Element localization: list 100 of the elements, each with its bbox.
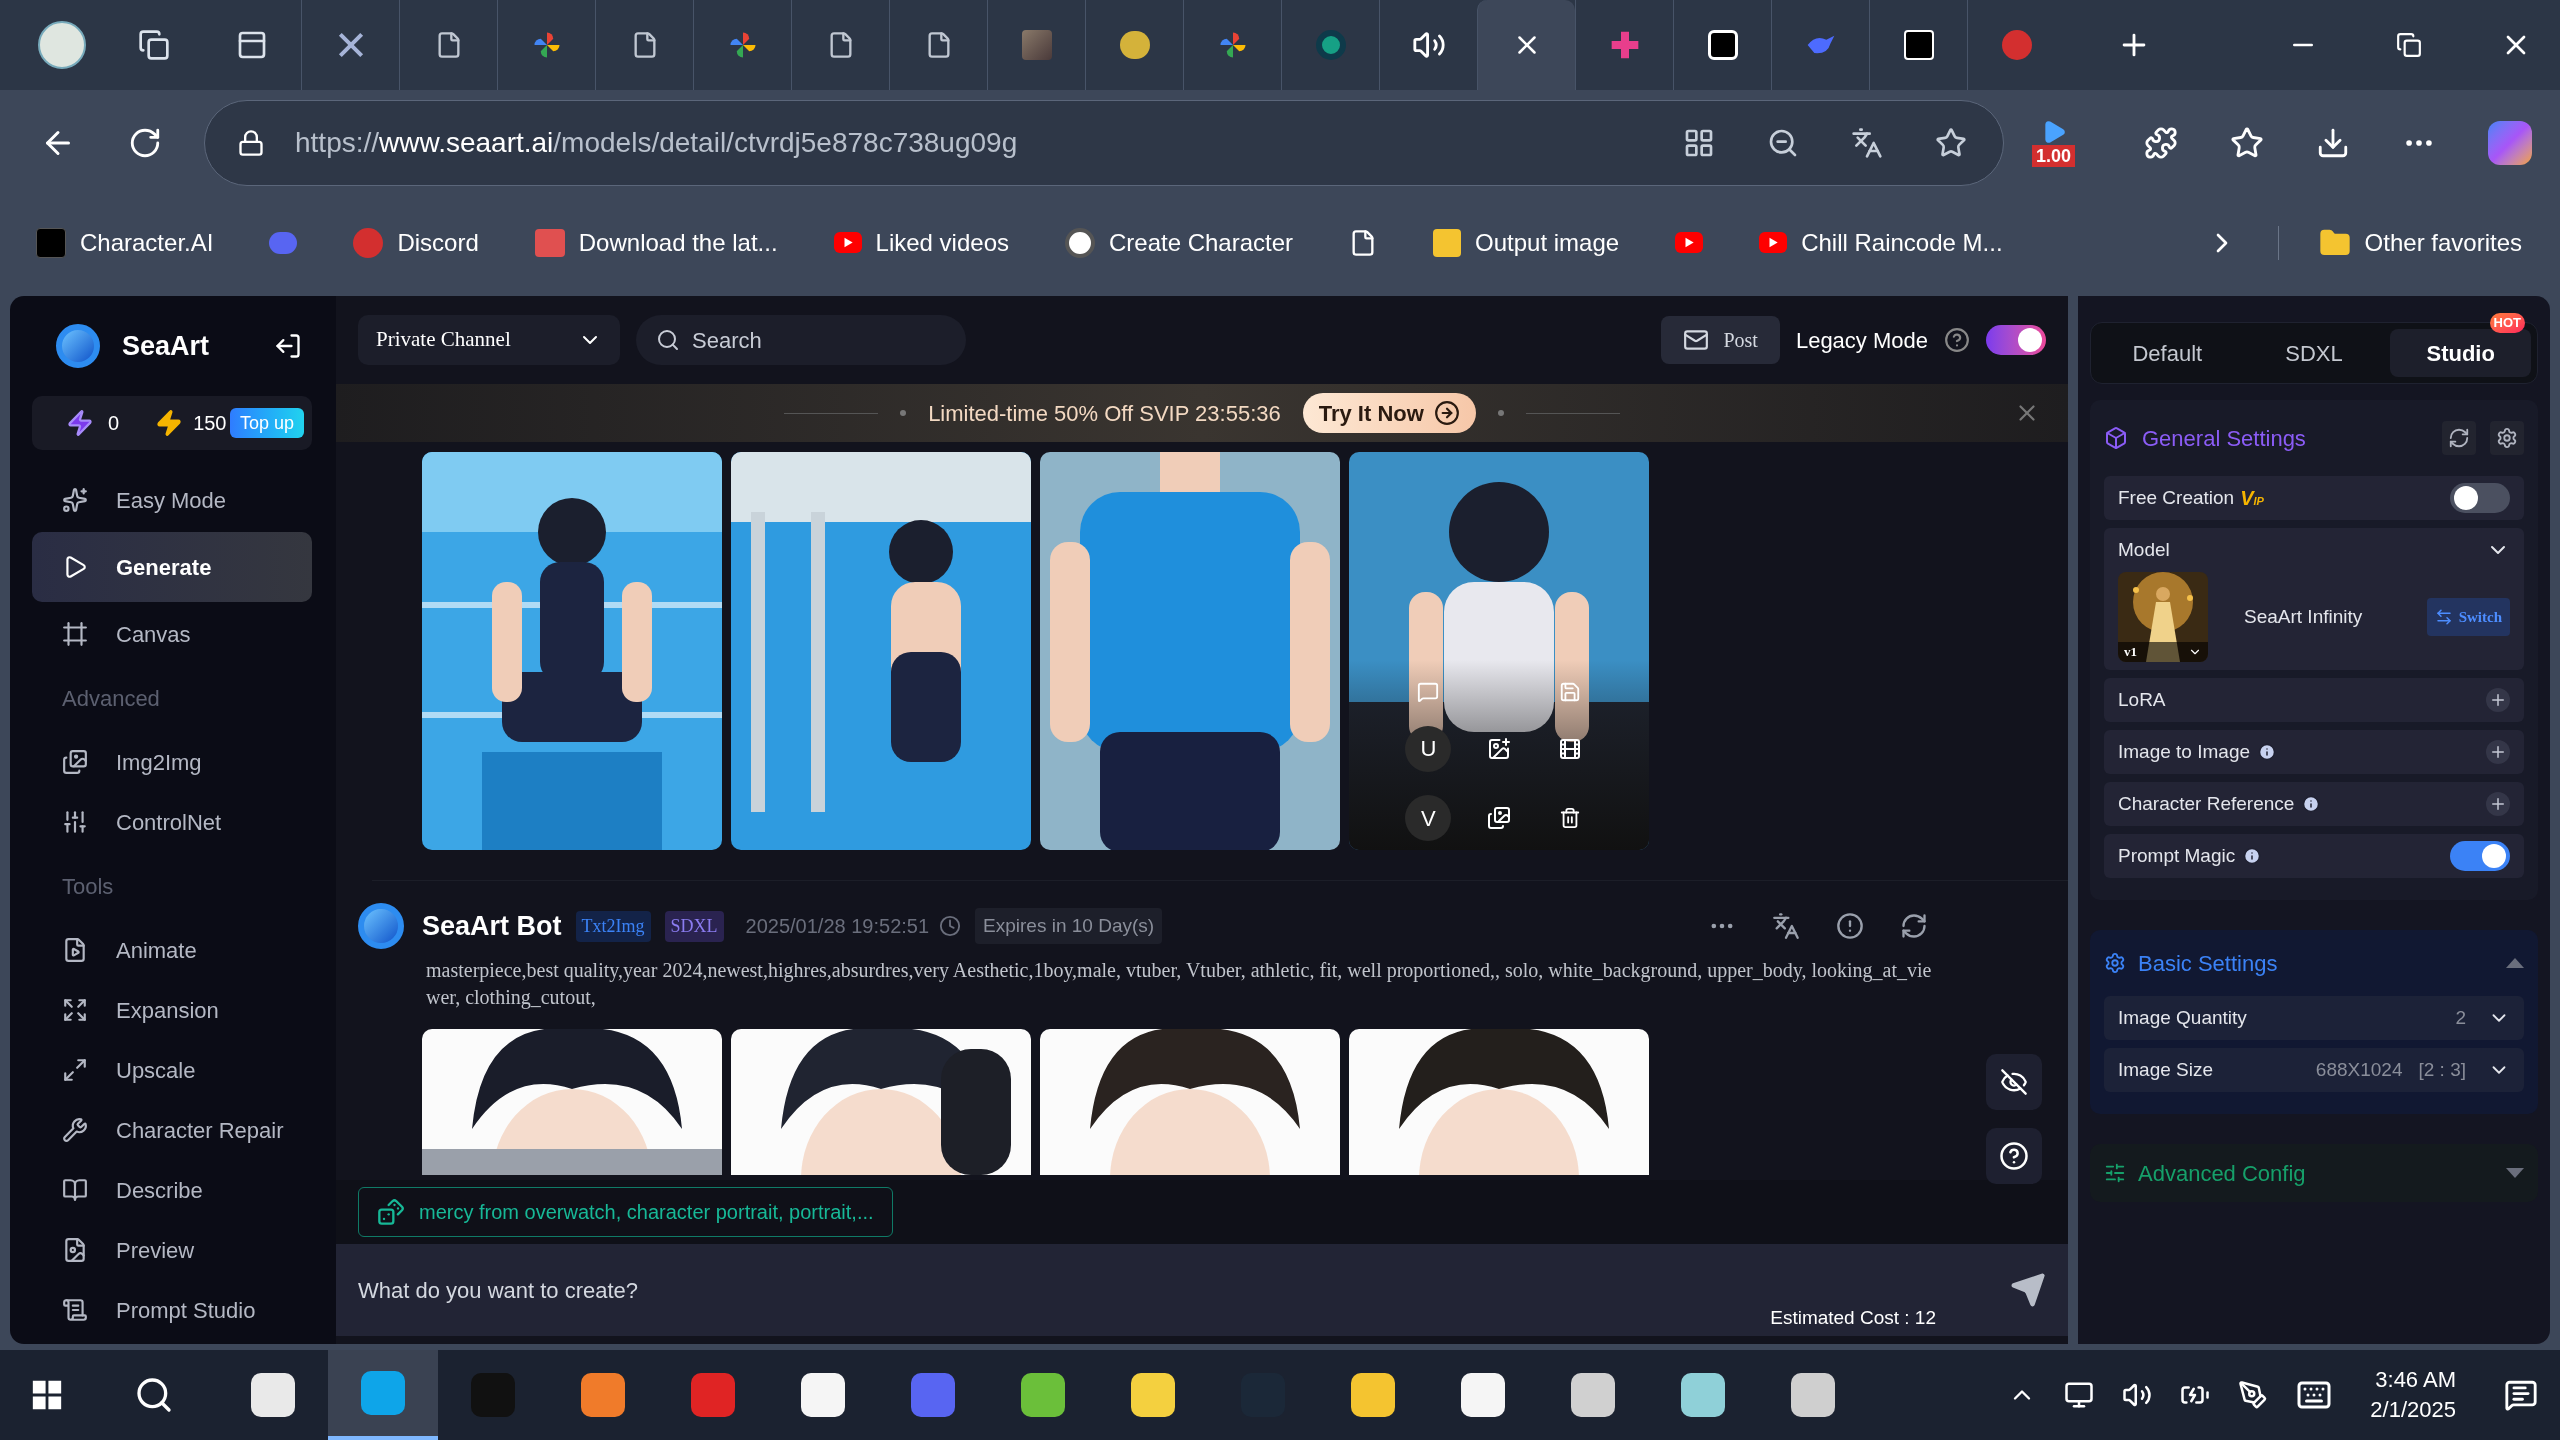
regenerate-icon[interactable] bbox=[1900, 912, 1928, 940]
nav-item[interactable]: Canvas bbox=[32, 604, 312, 664]
nav-item[interactable]: Generate bbox=[32, 532, 312, 602]
add-icon[interactable] bbox=[2486, 740, 2510, 764]
app-icon bbox=[691, 1373, 735, 1417]
report-icon[interactable] bbox=[1836, 912, 1864, 940]
info-icon[interactable] bbox=[2302, 795, 2321, 813]
dice-icon bbox=[377, 1198, 405, 1226]
info-icon[interactable] bbox=[2243, 847, 2262, 865]
nav-item[interactable]: Upscale bbox=[32, 1040, 312, 1100]
extensions-icon[interactable] bbox=[2144, 125, 2178, 160]
restore-icon[interactable] bbox=[2396, 32, 2422, 58]
prompt-input[interactable]: What do you want to create? Estimated Cost : 12 bbox=[336, 1244, 2068, 1336]
refresh-icon[interactable] bbox=[2442, 421, 2476, 455]
author-name: SeaArt Bot bbox=[422, 909, 562, 943]
bookmark-link[interactable]: Download the lat... bbox=[534, 224, 778, 261]
expand-icon[interactable] bbox=[2506, 1168, 2524, 1178]
bookmark-link[interactable]: Output image bbox=[1433, 224, 1620, 261]
copilot-icon[interactable] bbox=[2488, 120, 2532, 165]
toggle-switch[interactable] bbox=[1986, 325, 2046, 355]
bookmark-link[interactable]: Character.AI bbox=[36, 224, 214, 261]
read-aloud-icon[interactable] bbox=[1851, 126, 1883, 159]
version-selector[interactable]: v1 bbox=[2118, 642, 2208, 662]
channel-dropdown[interactable]: Private Channel bbox=[358, 315, 620, 365]
toggle-switch[interactable] bbox=[2450, 483, 2510, 513]
bookmark-link[interactable]: Discord bbox=[353, 224, 479, 261]
favorite-icon[interactable] bbox=[1935, 126, 1967, 159]
nav-item[interactable]: Easy Mode bbox=[32, 470, 312, 530]
dropdown-row[interactable]: Image Quantity 2 bbox=[2104, 996, 2524, 1040]
nav-item[interactable]: ControlNet bbox=[32, 792, 312, 852]
bookmark-link[interactable]: Create Character bbox=[1065, 224, 1294, 261]
wrench-icon bbox=[62, 1117, 88, 1143]
notifications-icon[interactable] bbox=[2504, 1378, 2538, 1412]
tab-actions-icon[interactable] bbox=[236, 29, 268, 61]
nav-item[interactable]: Preview bbox=[32, 1220, 312, 1280]
send-icon[interactable] bbox=[2010, 1272, 2046, 1308]
add-icon[interactable] bbox=[2486, 792, 2510, 816]
help-icon[interactable] bbox=[1944, 327, 1970, 353]
setting-label: Prompt Magic bbox=[2118, 843, 2236, 868]
delete-icon[interactable] bbox=[1558, 807, 1581, 830]
nav-item[interactable]: Expansion bbox=[32, 980, 312, 1040]
maximize-icon bbox=[62, 1057, 88, 1083]
mode-tab[interactable]: SDXL bbox=[2243, 329, 2385, 377]
bookmark-link[interactable]: Chill Raincode M... bbox=[1759, 224, 2003, 261]
swap-icon bbox=[2434, 608, 2453, 626]
app-icon bbox=[911, 1373, 955, 1417]
section-title: General Settings bbox=[2142, 424, 2306, 453]
profile-avatar[interactable] bbox=[38, 21, 86, 69]
add-icon[interactable] bbox=[2486, 688, 2510, 712]
mode-tab[interactable]: Studio bbox=[2390, 329, 2531, 377]
lock-icon[interactable] bbox=[237, 128, 265, 157]
search-icon[interactable] bbox=[134, 1375, 174, 1415]
toggle-switch[interactable] bbox=[2450, 841, 2510, 871]
settings-icon[interactable] bbox=[2490, 421, 2524, 455]
video-play-icon bbox=[1675, 232, 1704, 253]
nav-item[interactable]: Animate bbox=[32, 920, 312, 980]
windows-icon[interactable] bbox=[30, 1378, 64, 1412]
post-button[interactable]: Post bbox=[1661, 316, 1780, 364]
video-icon[interactable] bbox=[1557, 737, 1582, 761]
info-icon[interactable] bbox=[2258, 743, 2277, 761]
clock[interactable]: 3:46 AM 2/1/2025 bbox=[2370, 1365, 2456, 1425]
vip-label: VIP bbox=[2240, 486, 2264, 511]
collapse-icon[interactable] bbox=[274, 332, 302, 360]
dropdown-row[interactable]: Image Size 688X1024 [2 : 3] bbox=[2104, 1048, 2524, 1092]
film-file-icon bbox=[62, 937, 88, 963]
bookmark-folder[interactable]: Other favorites bbox=[2318, 224, 2522, 261]
app-icon bbox=[1021, 1373, 1065, 1417]
images-icon bbox=[62, 749, 88, 775]
nav-item[interactable]: Prompt Studio bbox=[32, 1280, 312, 1340]
switch-button[interactable]: Switch bbox=[2426, 598, 2510, 636]
expiry-badge: Expires in 10 Day(s) bbox=[975, 907, 1163, 945]
video-play-icon bbox=[1759, 232, 1788, 253]
advanced-config-card[interactable]: Advanced Config bbox=[2090, 1144, 2538, 1202]
bookmark-link[interactable] bbox=[1675, 232, 1704, 253]
try-it-now-button[interactable]: Try It Now bbox=[1302, 393, 1476, 433]
setting-label: Image to Image bbox=[2118, 739, 2251, 764]
mode-tab[interactable]: Default bbox=[2097, 329, 2238, 377]
video-play-icon bbox=[833, 232, 862, 253]
translate-icon[interactable] bbox=[1772, 912, 1800, 940]
pen-icon[interactable] bbox=[2238, 1380, 2269, 1410]
suggestion-chip[interactable]: mercy from overwatch, character portrait, portrait,... bbox=[358, 1187, 893, 1237]
images-icon[interactable] bbox=[1487, 806, 1511, 831]
app-icon bbox=[581, 1373, 625, 1417]
nav-item[interactable]: Img2Img bbox=[32, 732, 312, 792]
bookmark-link[interactable]: Liked videos bbox=[833, 224, 1009, 261]
section-heading: Advanced bbox=[61, 684, 161, 713]
network-icon[interactable] bbox=[2064, 1380, 2095, 1410]
address-bar[interactable]: https://www.seaart.ai/models/detail/ctvrdj5e878c738ug09g bbox=[204, 99, 2004, 186]
hide-button[interactable] bbox=[1986, 1054, 2042, 1110]
image-edit-icon[interactable] bbox=[1487, 737, 1511, 761]
favorites-icon[interactable] bbox=[2230, 125, 2264, 160]
model-tag: Txt2Img bbox=[575, 910, 651, 942]
workspaces-icon[interactable] bbox=[138, 29, 170, 61]
thumbnail-icon bbox=[1021, 30, 1052, 60]
search-field[interactable]: Search bbox=[636, 315, 966, 365]
nav-item[interactable]: Describe bbox=[32, 1160, 312, 1220]
app-icon bbox=[1681, 1373, 1725, 1417]
nav-item[interactable]: Character Repair bbox=[32, 1100, 312, 1160]
promo-text: Limited-time 50% Off SVIP 23:55:36 bbox=[928, 399, 1281, 428]
help-button[interactable] bbox=[1986, 1128, 2042, 1184]
